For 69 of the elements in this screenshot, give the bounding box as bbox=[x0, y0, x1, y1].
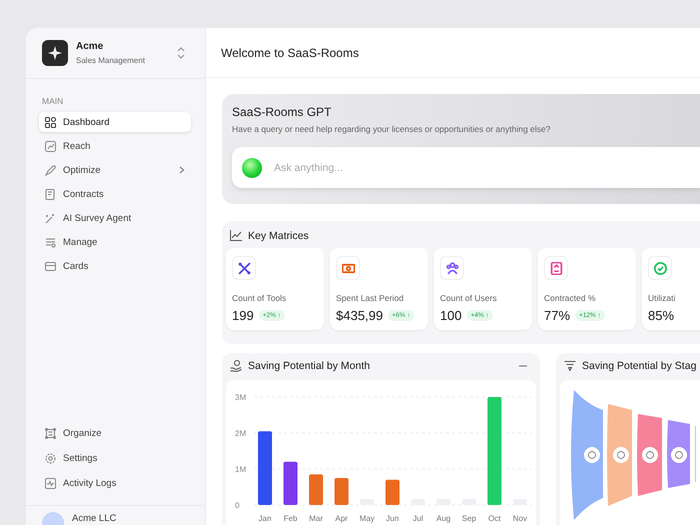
x-tick-label: Jun bbox=[386, 514, 399, 523]
x-tick-label: May bbox=[359, 514, 375, 523]
metric-label: Utilizati bbox=[648, 293, 676, 303]
nav-icon bbox=[45, 188, 56, 200]
nav-icon bbox=[45, 452, 56, 464]
nav-icon bbox=[45, 164, 56, 176]
switcher-icon[interactable] bbox=[177, 47, 185, 59]
nav-item[interactable]: Activity Logs bbox=[39, 473, 191, 493]
nav-item[interactable]: Reach bbox=[39, 136, 191, 156]
chevron-right-icon bbox=[179, 166, 185, 174]
hand-coin-icon bbox=[230, 360, 242, 372]
metric-label: Contracted % bbox=[544, 293, 596, 303]
bar bbox=[386, 480, 400, 505]
nav-item[interactable]: Organize bbox=[39, 423, 191, 443]
bar bbox=[309, 474, 323, 505]
x-tick-label: Apr bbox=[335, 514, 348, 523]
metric-value: 100 bbox=[440, 308, 462, 323]
assistant-title: SaaS-Rooms GPT bbox=[232, 105, 332, 119]
y-tick-label: 2M bbox=[235, 429, 246, 438]
orb-icon bbox=[242, 158, 262, 178]
x-tick-label: Jan bbox=[258, 514, 272, 523]
section-label: MAIN bbox=[41, 95, 64, 108]
metric-value: 85% bbox=[648, 308, 674, 323]
nav-item[interactable]: Optimize bbox=[39, 160, 191, 180]
metric-value: 199 bbox=[232, 308, 254, 323]
x-tick-label: Aug bbox=[436, 514, 451, 523]
nav-item[interactable]: Settings bbox=[39, 448, 191, 468]
nav-icon bbox=[45, 236, 56, 248]
panel-title: Saving Potential by Stag bbox=[582, 360, 696, 372]
brand-subtitle: Sales Management bbox=[76, 56, 146, 65]
metric-label: Count of Users bbox=[440, 293, 498, 303]
nav-item[interactable]: Manage bbox=[39, 232, 191, 252]
nav-item[interactable]: Dashboard bbox=[39, 112, 191, 132]
brand-name: Acme bbox=[76, 41, 104, 52]
bar bbox=[334, 478, 348, 505]
x-tick-label: Nov bbox=[512, 514, 528, 523]
logo-icon bbox=[42, 40, 68, 66]
metric-label: Count of Tools bbox=[232, 293, 288, 303]
nav-icon bbox=[45, 140, 56, 152]
y-tick-label: 0 bbox=[235, 501, 240, 510]
minus-icon bbox=[519, 364, 527, 366]
page-title: Welcome to SaaS-Rooms bbox=[221, 46, 359, 60]
x-tick-label: Oct bbox=[488, 514, 501, 523]
nav-icon bbox=[45, 116, 56, 128]
ask-input[interactable]: Ask anything... bbox=[272, 160, 700, 174]
nav-icon bbox=[45, 428, 56, 438]
nav-icon bbox=[45, 212, 56, 224]
x-tick-label: Jul bbox=[412, 514, 424, 523]
metric-value: $435,99 bbox=[336, 308, 383, 323]
panel-title: Saving Potential by Month bbox=[248, 360, 370, 372]
x-tick-label: Sep bbox=[462, 514, 476, 523]
x-tick-label: Mar bbox=[309, 514, 323, 523]
metric-value: 77% bbox=[544, 308, 570, 323]
nav-item[interactable]: Cards bbox=[39, 256, 191, 276]
funnel-icon bbox=[564, 360, 576, 370]
bar bbox=[284, 462, 298, 505]
x-tick-label: Feb bbox=[284, 514, 298, 523]
panel-title: Key Matrices bbox=[248, 230, 309, 242]
nav-icon bbox=[45, 260, 56, 272]
y-tick-label: 1M bbox=[235, 465, 246, 474]
assistant-subtitle: Have a query or need help regarding your licenses or opportunities or anything else? bbox=[232, 124, 552, 134]
ask-field[interactable]: Ask anything... bbox=[232, 147, 700, 188]
line-chart-icon bbox=[230, 230, 242, 241]
nav-item[interactable]: Contracts bbox=[39, 184, 191, 204]
y-tick-label: 3M bbox=[235, 393, 246, 402]
metric-label: Spent Last Period bbox=[336, 293, 405, 303]
nav-item[interactable]: AI Survey Agent bbox=[39, 208, 191, 228]
nav-icon bbox=[45, 478, 56, 488]
user-name: Acme LLC bbox=[72, 512, 116, 524]
